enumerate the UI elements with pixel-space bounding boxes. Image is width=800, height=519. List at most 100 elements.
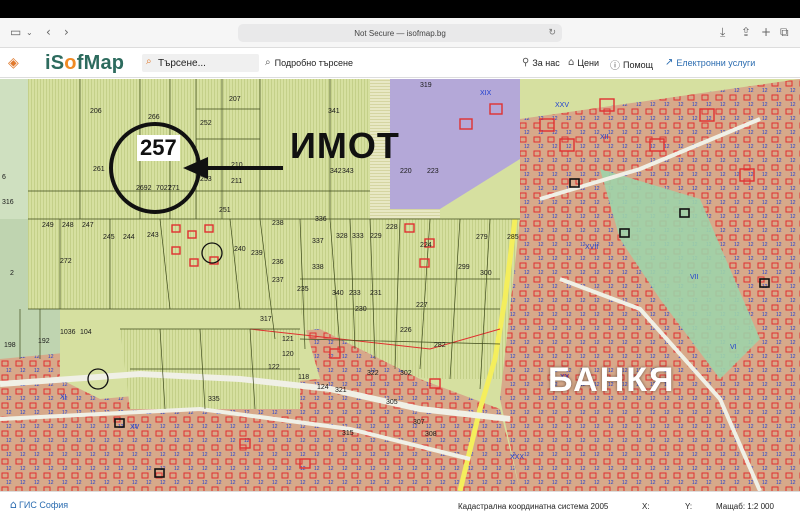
forward-icon[interactable]: › <box>64 25 69 39</box>
logo[interactable]: iSofMap <box>45 52 124 75</box>
svg-text:124: 124 <box>317 384 329 391</box>
svg-text:198: 198 <box>4 342 16 349</box>
e-services-link[interactable]: ↗ Електронни услуги <box>665 57 755 68</box>
back-icon[interactable]: ‹ <box>46 25 51 39</box>
city-icon: ⌂ <box>10 498 17 511</box>
map-canvas[interactable]: 12 <box>0 79 800 491</box>
svg-text:120: 120 <box>282 351 294 358</box>
help-link[interactable]: ⓘ Помощ <box>610 57 654 73</box>
e-services-label: Електронни услуги <box>676 57 756 68</box>
svg-text:307: 307 <box>413 419 425 426</box>
prices-link[interactable]: ⌂ Цени <box>568 57 599 68</box>
external-link-icon: ↗ <box>665 57 674 68</box>
svg-text:2: 2 <box>10 270 14 277</box>
svg-text:231: 231 <box>370 290 382 297</box>
zoom-search-icon: ⌕ <box>265 57 271 68</box>
svg-text:XXX: XXX <box>510 454 524 461</box>
layers-icon[interactable]: ◈ <box>8 55 24 71</box>
svg-text:266: 266 <box>148 114 160 121</box>
svg-text:211: 211 <box>231 178 242 185</box>
property-annotation: ИМОТ <box>290 125 400 166</box>
svg-text:245: 245 <box>103 234 115 241</box>
logo-text-1: iS <box>45 52 65 74</box>
sidebar-toggle-icon[interactable]: ▭ <box>10 25 21 39</box>
svg-text:XIX: XIX <box>480 90 492 97</box>
svg-text:305: 305 <box>386 399 398 406</box>
svg-text:271: 271 <box>168 185 180 192</box>
svg-text:104: 104 <box>80 329 92 336</box>
price-tag-icon: ⌂ <box>568 57 575 68</box>
svg-text:322: 322 <box>367 370 379 377</box>
svg-text:XXV: XXV <box>555 102 569 109</box>
svg-text:227: 227 <box>416 302 428 309</box>
svg-text:261: 261 <box>93 166 105 173</box>
svg-text:226: 226 <box>400 327 412 334</box>
svg-text:249: 249 <box>42 222 54 229</box>
cadastral-map[interactable]: 12 <box>0 79 800 491</box>
status-bar: ⌂ ГИС София Кадастрална координатна сист… <box>0 491 800 519</box>
logo-text-2: fMap <box>76 52 125 74</box>
search-icon: ⌕ <box>146 56 152 67</box>
svg-text:118: 118 <box>298 374 309 381</box>
svg-text:XII: XII <box>600 134 609 141</box>
svg-text:223: 223 <box>427 168 439 175</box>
svg-text:328: 328 <box>336 233 348 240</box>
about-link[interactable]: ⚲ За нас <box>522 57 560 68</box>
logo-text-o: o <box>64 52 77 74</box>
address-bar[interactable]: Not Secure — isofmap.bg ↻ <box>238 24 562 42</box>
selected-plot-label[interactable]: 257 <box>137 135 180 161</box>
help-icon: ⓘ <box>610 61 620 72</box>
help-label: Помощ <box>623 59 654 70</box>
svg-text:308: 308 <box>425 431 437 438</box>
svg-text:285: 285 <box>507 234 519 241</box>
svg-text:341: 341 <box>328 108 340 115</box>
svg-text:251: 251 <box>219 207 231 214</box>
share-icon[interactable]: ⇪ <box>741 25 751 39</box>
svg-text:343: 343 <box>342 168 354 175</box>
svg-text:337: 337 <box>312 238 324 245</box>
svg-text:252: 252 <box>200 120 212 127</box>
svg-text:236: 236 <box>272 259 284 266</box>
app-header: ◈ iSofMap ⌕ Търсене... ⌕ Подробно търсен… <box>0 48 800 78</box>
svg-text:340: 340 <box>332 290 344 297</box>
location-pin-icon: ⚲ <box>522 57 530 68</box>
svg-text:315: 315 <box>342 430 354 437</box>
svg-text:239: 239 <box>251 250 263 257</box>
svg-text:243: 243 <box>147 232 159 239</box>
chevron-down-icon[interactable]: ⌄ <box>26 28 33 37</box>
svg-text:238: 238 <box>272 220 284 227</box>
search-input[interactable]: ⌕ Търсене... <box>142 54 259 72</box>
reload-icon[interactable]: ↻ <box>548 27 556 38</box>
svg-text:224: 224 <box>420 242 432 249</box>
search-text: Търсене... <box>158 57 206 69</box>
svg-text:342: 342 <box>330 168 342 175</box>
gis-sofia-logo[interactable]: ⌂ ГИС София <box>10 498 68 511</box>
advanced-search-button[interactable]: ⌕ Подробно търсене <box>265 57 353 68</box>
svg-text:XV: XV <box>130 424 140 431</box>
svg-text:1036: 1036 <box>60 329 76 336</box>
svg-text:248: 248 <box>62 222 74 229</box>
about-label: За нас <box>532 57 560 68</box>
svg-text:321: 321 <box>335 387 347 394</box>
svg-text:300: 300 <box>480 270 492 277</box>
svg-text:206: 206 <box>90 108 102 115</box>
svg-text:336: 336 <box>315 216 327 223</box>
svg-text:317: 317 <box>260 316 272 323</box>
svg-text:333: 333 <box>352 233 364 240</box>
new-tab-icon[interactable]: + <box>761 25 771 39</box>
svg-text:299: 299 <box>458 264 470 271</box>
svg-text:247: 247 <box>82 222 94 229</box>
svg-text:XVII: XVII <box>585 244 598 251</box>
download-icon[interactable]: ⤓ <box>720 25 725 40</box>
svg-text:244: 244 <box>123 234 135 241</box>
svg-text:192: 192 <box>38 338 50 345</box>
svg-text:228: 228 <box>386 224 398 231</box>
svg-text:VI: VI <box>730 344 737 351</box>
svg-text:316: 316 <box>2 199 14 206</box>
svg-text:121: 121 <box>282 336 294 343</box>
prices-label: Цени <box>577 57 600 68</box>
tabs-overview-icon[interactable]: ⧉ <box>780 25 789 40</box>
svg-text:XI: XI <box>60 394 67 401</box>
svg-text:319: 319 <box>420 82 432 89</box>
svg-text:229: 229 <box>370 233 382 240</box>
